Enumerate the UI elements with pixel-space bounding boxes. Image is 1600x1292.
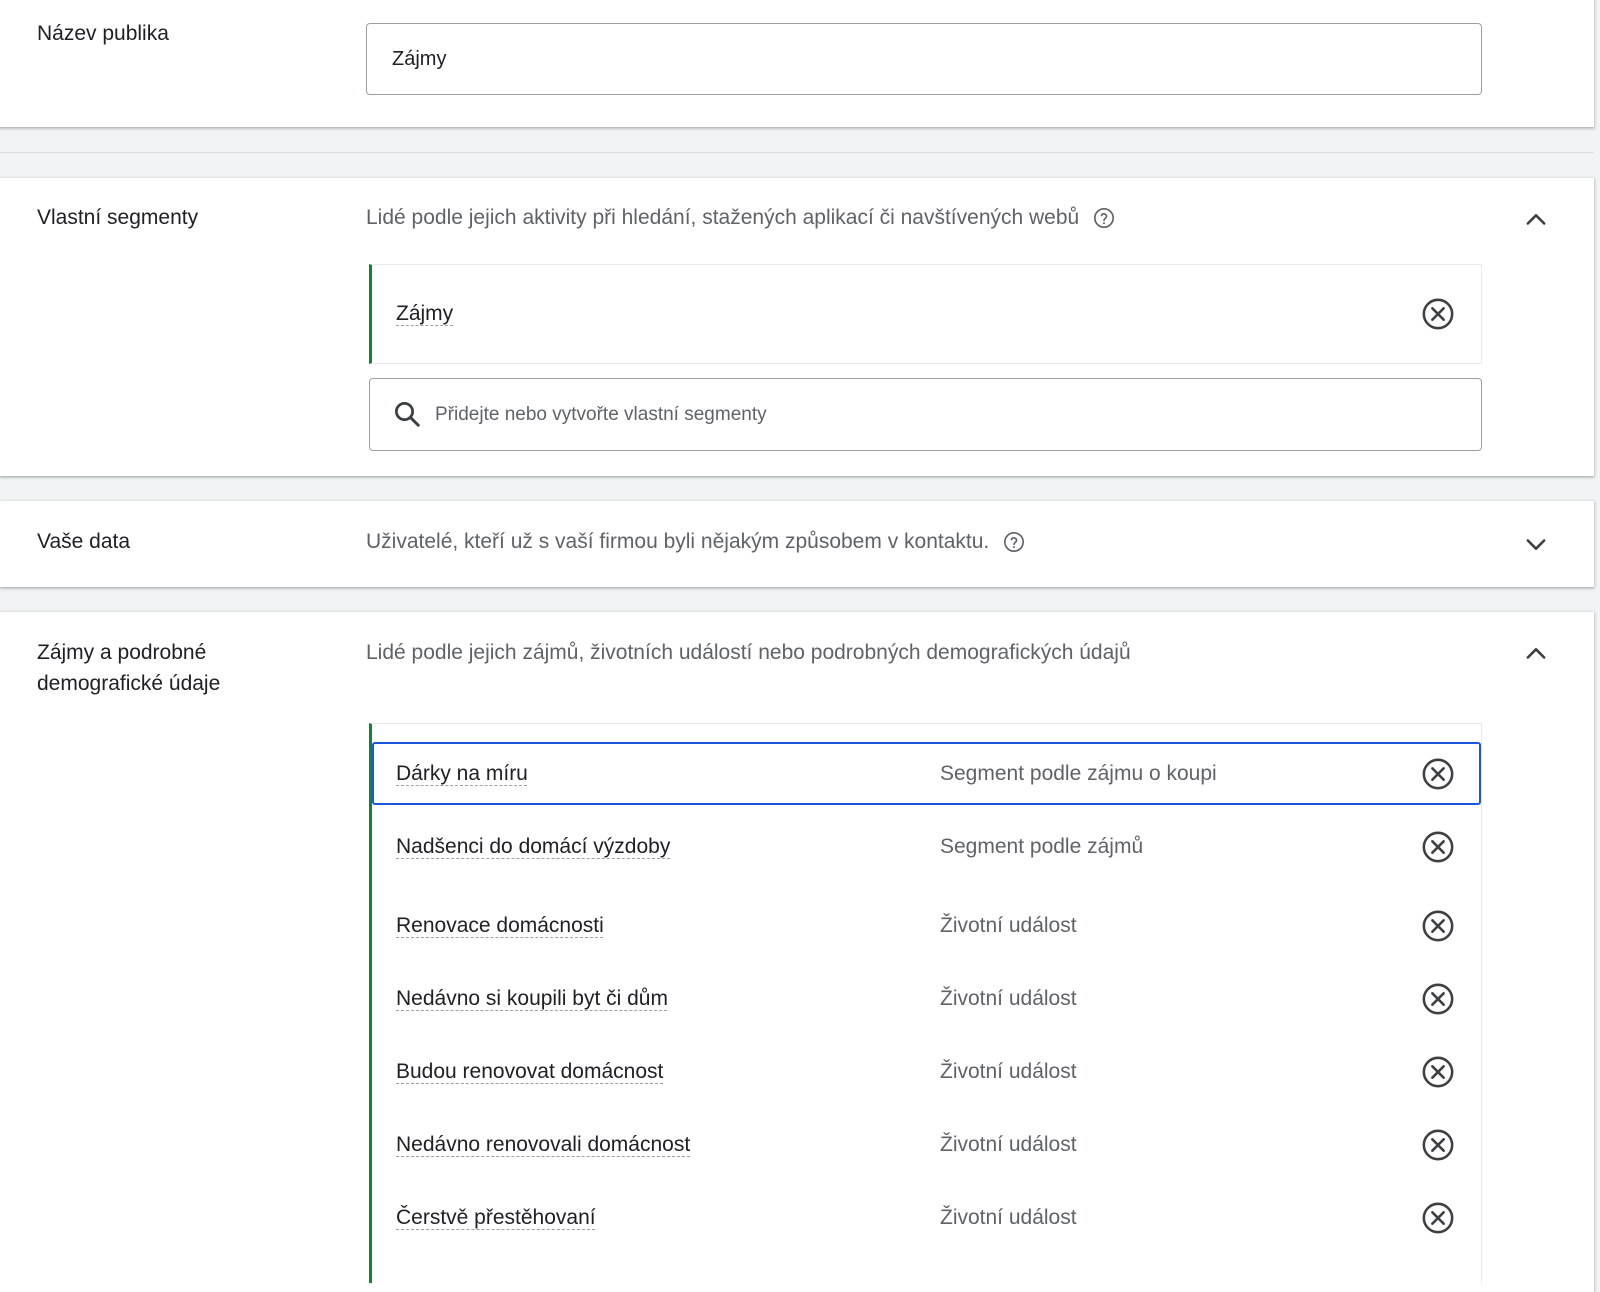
interests-list: Dárky na míru Segment podle zájmu o koup… — [369, 723, 1482, 1283]
list-item[interactable]: Budou renovovat domácnost Životní událos… — [372, 1035, 1481, 1108]
interests-label: Zájmy a podrobné demografické údaje — [37, 637, 220, 699]
remove-circle-icon[interactable] — [1421, 909, 1455, 943]
help-circle-icon[interactable] — [1003, 531, 1025, 553]
chevron-up-icon[interactable] — [1522, 206, 1550, 234]
your-data-card[interactable]: Vaše data Uživatelé, kteří už s vaší fir… — [0, 501, 1594, 587]
segment-name[interactable]: Zájmy — [396, 302, 453, 326]
list-item: Zájmy — [372, 265, 1481, 363]
custom-segments-search-input[interactable]: Přidejte nebo vytvořte vlastní segmenty — [369, 378, 1482, 451]
segment-type: Segment podle zájmu o koupi — [940, 761, 1217, 785]
segment-type: Segment podle zájmů — [940, 835, 1144, 858]
segment-name[interactable]: Dárky na míru — [396, 762, 528, 786]
audience-name-card: Název publika Zájmy — [0, 0, 1594, 127]
custom-segments-label: Vlastní segmenty — [37, 206, 199, 229]
chevron-down-icon[interactable] — [1522, 530, 1550, 558]
interests-label-line2: demografické údaje — [37, 672, 221, 695]
custom-segments-card: Vlastní segmenty Lidé podle jejich aktiv… — [0, 178, 1594, 476]
segment-type: Životní událost — [940, 1059, 1077, 1083]
segment-name[interactable]: Budou renovovat domácnost — [396, 1060, 663, 1084]
audience-name-input[interactable]: Zájmy — [366, 23, 1482, 95]
segment-type: Životní událost — [940, 1205, 1077, 1229]
remove-circle-icon[interactable] — [1421, 1055, 1455, 1089]
audience-name-label: Název publika — [37, 22, 169, 45]
list-item[interactable]: Nedávno si koupili byt či dům Životní ud… — [372, 962, 1481, 1035]
segment-type: Životní událost — [940, 986, 1077, 1010]
your-data-description-text: Uživatelé, kteří už s vaší firmou byli n… — [366, 530, 990, 553]
remove-circle-icon[interactable] — [1421, 297, 1455, 331]
interests-description-text: Lidé podle jejich zájmů, životních událo… — [366, 641, 1131, 664]
custom-segments-list: Zájmy — [369, 264, 1482, 364]
remove-circle-icon[interactable] — [1421, 757, 1455, 791]
list-item[interactable]: Nadšenci do domácí výzdoby Segment podle… — [372, 805, 1481, 889]
custom-segments-description-text: Lidé podle jejich aktivity při hledání, … — [366, 206, 1080, 229]
segment-type: Životní událost — [940, 1132, 1077, 1156]
search-icon — [395, 402, 420, 427]
interests-description: Lidé podle jejich zájmů, životních událo… — [366, 637, 1131, 668]
custom-segments-description: Lidé podle jejich aktivity při hledání, … — [366, 202, 1115, 233]
remove-circle-icon[interactable] — [1421, 1128, 1455, 1162]
help-circle-icon[interactable] — [1093, 207, 1115, 229]
remove-circle-icon[interactable] — [1421, 982, 1455, 1016]
list-item[interactable]: Čerstvě přestěhovaní Životní událost — [372, 1181, 1481, 1254]
search-placeholder: Přidejte nebo vytvořte vlastní segmenty — [435, 404, 767, 425]
interests-label-line1: Zájmy a podrobné — [37, 641, 207, 664]
list-item[interactable]: Renovace domácnosti Životní událost — [372, 889, 1481, 962]
segment-name[interactable]: Čerstvě přestěhovaní — [396, 1206, 596, 1230]
section-divider — [0, 152, 1594, 153]
list-item[interactable]: Dárky na míru Segment podle zájmu o koup… — [372, 742, 1481, 805]
segment-name[interactable]: Nedávno renovovali domácnost — [396, 1133, 690, 1157]
remove-circle-icon[interactable] — [1421, 830, 1455, 864]
your-data-label: Vaše data — [37, 530, 131, 553]
remove-circle-icon[interactable] — [1421, 1201, 1455, 1235]
segment-name[interactable]: Renovace domácnosti — [396, 914, 604, 938]
list-item[interactable]: Nedávno renovovali domácnost Životní udá… — [372, 1108, 1481, 1181]
segment-type: Životní událost — [940, 913, 1077, 937]
segment-name[interactable]: Nadšenci do domácí výzdoby — [396, 835, 670, 859]
your-data-description: Uživatelé, kteří už s vaší firmou byli n… — [366, 526, 1025, 557]
segment-name[interactable]: Nedávno si koupili byt či dům — [396, 987, 668, 1011]
interests-card: Zájmy a podrobné demografické údaje Lidé… — [0, 612, 1594, 1292]
chevron-up-icon[interactable] — [1522, 640, 1550, 668]
